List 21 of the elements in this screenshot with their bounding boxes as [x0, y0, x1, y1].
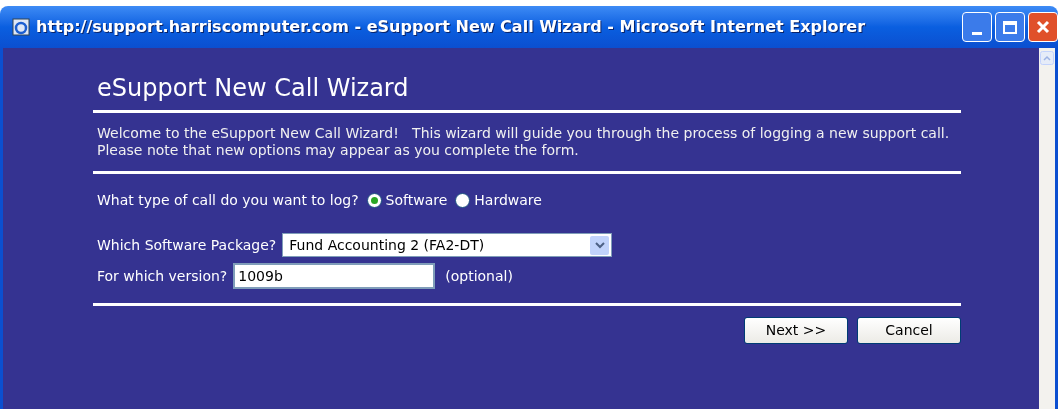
window-title: http://support.harriscomputer.com - eSupport New Call Wizard - Microsoft Internet Explorer [36, 16, 867, 38]
cancel-button[interactable]: Cancel [857, 317, 961, 344]
radio-button[interactable] [366, 193, 382, 208]
package-dropdown[interactable]: Fund Accounting 2 (FA2-DT) [282, 233, 613, 257]
optional-note: (optional) [444, 266, 513, 286]
version-field[interactable]: 1009b [233, 263, 436, 289]
close-button[interactable] [1028, 12, 1058, 42]
radio-label: Software [385, 191, 448, 210]
page-heading: eSupport New Call Wizard [96, 73, 410, 104]
next-button[interactable]: Next >> [744, 317, 848, 344]
version-label: For which version? [97, 266, 228, 286]
radio-label: Hardware [474, 191, 542, 210]
minimize-button[interactable] [962, 12, 992, 42]
close-icon [1036, 20, 1050, 34]
browser-icon [12, 18, 30, 36]
intro-text: Welcome to the eSupport New Call Wizard! This wizard will guide you through the process of logging a new support call. [97, 125, 951, 142]
maximize-button[interactable] [995, 12, 1025, 42]
package-label: Which Software Package? [97, 235, 277, 255]
radio-button[interactable] [455, 193, 471, 208]
question-label: What type of call do you want to log? [97, 191, 359, 210]
intro-text: Please note that new options may appear as you complete the form. [97, 142, 580, 159]
